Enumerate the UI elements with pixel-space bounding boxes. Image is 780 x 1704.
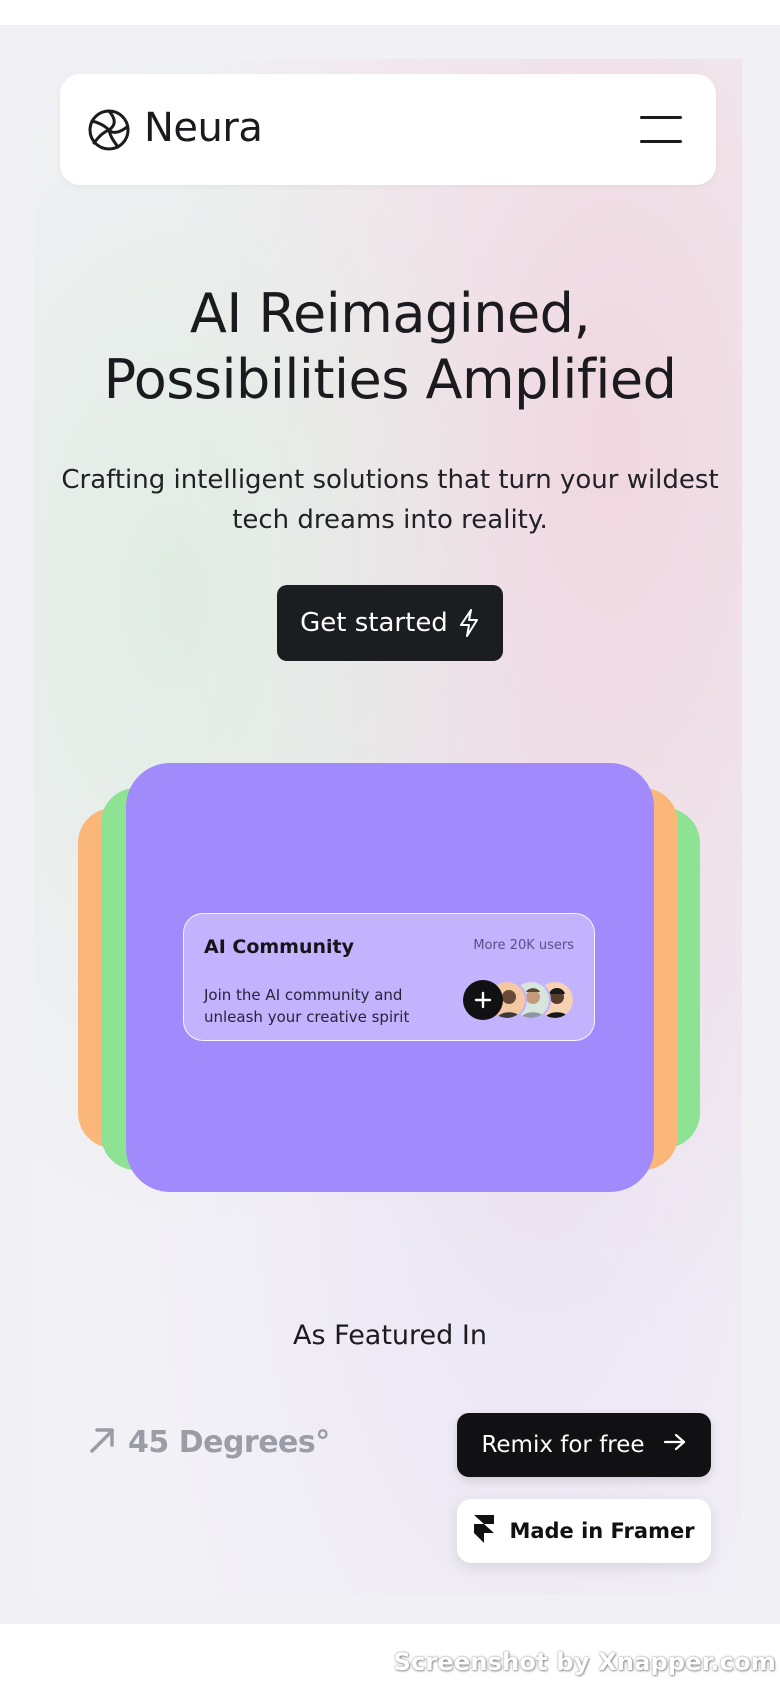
framer-label: Made in Framer (509, 1519, 695, 1543)
hamburger-menu-icon[interactable] (640, 110, 682, 148)
screenshot-watermark: Screenshot by Xnapper.com (393, 1648, 776, 1676)
partner-name: 45 Degrees° (128, 1424, 330, 1460)
ai-community-card[interactable]: AI Community More 20K users Join the AI … (183, 913, 595, 1041)
plus-icon[interactable] (463, 980, 503, 1020)
remix-for-free-button[interactable]: Remix for free (457, 1413, 711, 1477)
get-started-button[interactable]: Get started (277, 585, 503, 661)
hero-headline: AI Reimagined, Possibilities Amplified (103, 282, 677, 411)
menu-line-bottom (640, 140, 682, 143)
hero-subline: Crafting intelligent solutions that turn… (61, 465, 719, 535)
aperture-swirl-icon[interactable] (86, 107, 132, 153)
framer-logo-icon (473, 1514, 495, 1549)
navbar: Neura (60, 74, 716, 185)
get-started-label: Get started (300, 608, 448, 638)
brand-name[interactable]: Neura (144, 102, 263, 154)
community-title: AI Community (204, 936, 355, 958)
remix-label: Remix for free (481, 1432, 645, 1458)
community-description: Join the AI community and unleash your c… (204, 986, 410, 1026)
lightning-bolt-icon (458, 608, 480, 638)
partner-logo-45-degrees[interactable]: 45 Degrees° (86, 1420, 330, 1464)
community-user-count: More 20K users (473, 938, 574, 953)
page-canvas: Neura AI Reimagined, Possibilities Ampli… (0, 25, 780, 1624)
made-in-framer-badge[interactable]: Made in Framer (457, 1499, 711, 1563)
arrow-right-icon (663, 1432, 687, 1458)
arrow-up-right-icon (86, 1424, 118, 1460)
avatar-stack (463, 978, 583, 1022)
menu-line-top (640, 116, 682, 119)
featured-heading: As Featured In (293, 1320, 487, 1351)
